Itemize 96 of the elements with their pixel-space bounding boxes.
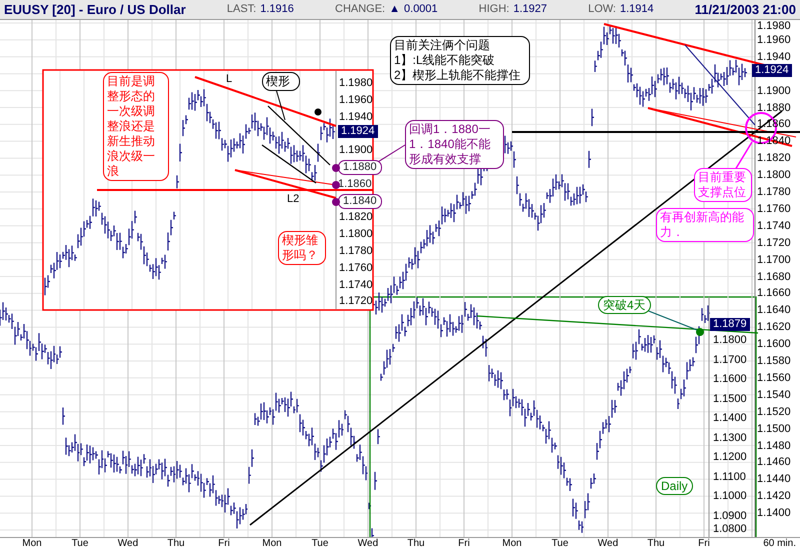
axis-label: 1.1400	[713, 413, 747, 424]
axis-label: 1.1300	[713, 432, 747, 444]
axis-label: 1.1560	[757, 372, 791, 384]
axis-label: 1.1640	[757, 305, 791, 316]
axis-label: 1.1420	[757, 491, 791, 502]
axis-label: 1.0900	[713, 510, 747, 522]
note-callout: 目前是调整形态的一次级调整浪还是新生推动浪次级一浪	[103, 72, 169, 181]
note-callout: 目前关注俩个问题 1】:L线能不能突破 2】楔形上轨能不能撑住	[390, 36, 530, 85]
interval-label: 60 min.	[763, 538, 797, 550]
axis-label: 1.1940	[339, 112, 373, 123]
axis-label: Thu	[406, 538, 426, 550]
axis-label: 1.1960	[339, 94, 373, 106]
axis-label: 1.1460	[757, 457, 791, 468]
axis-label: 1.1980	[339, 78, 373, 89]
current-price-label: 1.1924	[338, 125, 378, 138]
axis-label: Mon	[501, 538, 523, 550]
note-callout: 楔形	[262, 72, 300, 91]
axis-label: 1.1680	[757, 272, 791, 282]
axis-label: 1.1500	[757, 424, 791, 435]
axis-label: 1.1720	[339, 296, 373, 308]
axis-label: 1.1780	[757, 187, 791, 198]
axis-label: 1.1900	[339, 145, 373, 156]
axis-label: 1.1820	[757, 153, 791, 164]
axis-label: 1.1880	[757, 102, 791, 114]
axis-label: Wed	[116, 538, 140, 550]
axis-label: 1.1820	[339, 212, 373, 224]
axis-label: 1.0800	[713, 524, 747, 535]
change-label: CHANGE:	[335, 2, 386, 18]
chart-label: Daily	[656, 477, 693, 495]
axis-label: Thu	[166, 538, 186, 550]
axis-label: Fri	[697, 538, 711, 550]
axis-label: 1.1500	[713, 394, 747, 404]
axis-label: 1.1760	[757, 204, 791, 215]
axis-label: 1.1900	[757, 86, 791, 97]
axis-label: 1.1100	[713, 472, 746, 482]
axis-label: Fri	[457, 538, 471, 550]
note-callout: 目前重要支撑点位	[694, 168, 752, 202]
axis-label: 1.1600	[713, 374, 747, 385]
axis-label: Wed	[356, 538, 380, 550]
axis-label: 1.1740	[757, 220, 791, 232]
high-value: 1.1927	[513, 3, 547, 16]
axis-label: 1.1520	[757, 406, 791, 418]
high-label: HIGH:	[478, 3, 510, 16]
symbol-title: EUUSY [20] - Euro / US Dollar	[4, 0, 186, 19]
line-label: L2	[287, 194, 300, 205]
axis-label: 1.1660	[757, 288, 791, 300]
leader-line	[276, 88, 286, 120]
axis-label: 1.1780	[339, 246, 373, 257]
price-level-label: 1.1860	[338, 178, 372, 190]
axis-label: 1.1700	[757, 254, 791, 266]
chart-note: 突破4天	[598, 296, 651, 314]
line-label: L	[226, 74, 232, 85]
axis-label: 1.1740	[339, 280, 373, 291]
current-price-label: 1.1924	[752, 64, 792, 77]
marker-dot	[696, 328, 704, 336]
axis-label: Tue	[310, 538, 330, 550]
axis-label: 1.1800	[713, 335, 747, 346]
axis-label: 1.1200	[713, 452, 747, 463]
low-value: 1.1914	[620, 3, 654, 16]
axis-label: 1.1480	[757, 440, 791, 452]
axis-label: 1.1720	[757, 238, 791, 249]
axis-label: 1.1800	[339, 229, 373, 240]
axis-label: 1.1000	[713, 491, 747, 502]
axis-label: 1.1580	[757, 356, 791, 367]
note-callout: 楔形雏形吗？	[278, 231, 326, 265]
axis-label: 1.1980	[757, 21, 791, 32]
axis-label: 1.1760	[339, 262, 373, 274]
axis-label: Wed	[596, 538, 620, 550]
axis-label: Mon	[261, 538, 283, 550]
leader-line	[734, 142, 753, 170]
note-callout: 回调1．1880一1．1840能不能形成有效支撑	[405, 120, 504, 169]
axis-label: 1.1620	[757, 322, 791, 334]
axis-label: Mon	[21, 538, 43, 550]
axis-label: 1.1700	[713, 354, 747, 366]
axis-label: 1.1440	[757, 474, 791, 486]
current-price-label: 1.1879	[710, 318, 750, 331]
axis-label: 1.1600	[757, 339, 791, 350]
low-label: LOW:	[588, 3, 616, 16]
axis-label: Tue	[70, 538, 90, 550]
axis-label: 1.1800	[757, 170, 791, 182]
axis-label: 1.1940	[757, 52, 791, 63]
axis-label: 1.1960	[757, 34, 791, 46]
axis-label: 1.1400	[757, 508, 791, 520]
price-level-label: 1.1840	[338, 194, 382, 209]
date-time: 11/21/2003 21:00	[694, 0, 796, 19]
last-value: 1.1916	[260, 3, 294, 16]
change-value: 0.0001	[404, 2, 438, 18]
axis-label: Tue	[550, 538, 570, 550]
price-level-label: 1.1880	[338, 160, 382, 175]
axis-label: 1.1540	[757, 390, 791, 401]
last-label: LAST:	[226, 3, 256, 16]
note-callout: 有再创新高的能力．	[656, 208, 754, 242]
axis-label: Thu	[646, 538, 666, 550]
marker-dot	[314, 108, 322, 116]
change-direction-icon: ▲	[389, 1, 400, 18]
axis-label: Fri	[217, 538, 231, 550]
